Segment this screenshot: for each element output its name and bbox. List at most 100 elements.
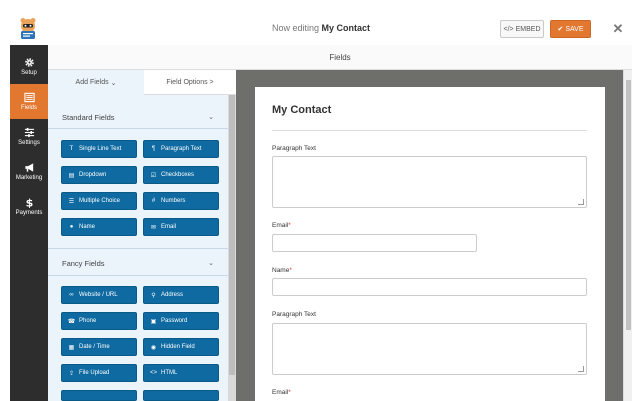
tab-add-fields-label: Add Fields bbox=[75, 79, 109, 86]
hash-icon: # bbox=[151, 198, 156, 204]
field-button-label: Hidden Field bbox=[161, 344, 195, 350]
form-builder: Now editing My Contact </> EMBED ✔ SAVE … bbox=[0, 0, 640, 401]
chevron-down-icon: ⌄ bbox=[110, 79, 117, 87]
lock-icon: ▣ bbox=[150, 318, 157, 325]
field-button-label: Website / URL bbox=[79, 292, 118, 298]
divider bbox=[48, 275, 228, 276]
field-button-label: File Upload bbox=[79, 370, 110, 376]
field-button-paragraph-text[interactable]: ¶ Paragraph Text bbox=[143, 140, 219, 158]
calendar-icon: ▦ bbox=[68, 344, 75, 351]
sidebar-nav: Setup Fields Settings Marketing $ Paymen… bbox=[10, 45, 48, 401]
standard-fields-header[interactable]: Standard Fields ⌄ bbox=[48, 106, 228, 128]
field-button-partial[interactable] bbox=[143, 390, 219, 401]
sidebar-item-marketing[interactable]: Marketing bbox=[10, 154, 48, 189]
embed-button[interactable]: </> EMBED bbox=[500, 20, 544, 38]
tab-add-fields[interactable]: Add Fields ⌄ bbox=[48, 70, 144, 95]
top-bar: Now editing My Contact </> EMBED ✔ SAVE … bbox=[10, 14, 632, 45]
scrollbar-thumb[interactable] bbox=[229, 95, 235, 375]
field-button-label: Date / Time bbox=[79, 344, 110, 350]
resize-handle-icon[interactable] bbox=[578, 199, 584, 205]
sidebar-item-settings[interactable]: Settings bbox=[10, 119, 48, 154]
field-button-partial[interactable] bbox=[61, 390, 137, 401]
close-button[interactable]: ✕ bbox=[610, 20, 626, 38]
email-field[interactable] bbox=[272, 234, 477, 252]
field-button-label: Name bbox=[79, 224, 96, 230]
list-icon: ☰ bbox=[68, 198, 75, 205]
fields-header: Fields bbox=[48, 45, 632, 70]
field-label: Name* bbox=[272, 267, 292, 274]
field-label: Email* bbox=[272, 222, 291, 229]
field-button-phone[interactable]: ☎ Phone bbox=[61, 312, 137, 330]
sidebar-item-fields[interactable]: Fields bbox=[10, 84, 48, 119]
preview-scrollbar[interactable] bbox=[623, 70, 632, 401]
envelope-icon: ✉ bbox=[150, 224, 157, 231]
field-button-label: HTML bbox=[161, 370, 178, 376]
field-button-label: Dropdown bbox=[79, 172, 107, 178]
field-button-single-line-text[interactable]: T Single Line Text bbox=[61, 140, 137, 158]
sidebar-item-label: Fields bbox=[20, 105, 37, 111]
field-label: Paragraph Text bbox=[272, 311, 316, 318]
tab-field-options-label: Field Options bbox=[166, 78, 208, 86]
gear-icon bbox=[24, 58, 34, 67]
section-title: Fancy Fields bbox=[62, 258, 105, 268]
field-button-html[interactable]: <> HTML bbox=[143, 364, 219, 382]
field-button-label: Numbers bbox=[161, 198, 186, 204]
tab-field-options[interactable]: Field Options > bbox=[144, 70, 236, 95]
scrollbar-thumb[interactable] bbox=[626, 80, 631, 330]
section-title: Standard Fields bbox=[62, 112, 115, 122]
link-icon: ∞ bbox=[69, 292, 74, 298]
chevron-down-icon: ⌄ bbox=[208, 260, 214, 267]
field-button-label: Address bbox=[161, 292, 184, 298]
field-button-website-url[interactable]: ∞ Website / URL bbox=[61, 286, 137, 304]
field-button-multiple-choice[interactable]: ☰ Multiple Choice bbox=[61, 192, 137, 210]
field-button-address[interactable]: ⚲ Address bbox=[143, 286, 219, 304]
field-button-label: Checkboxes bbox=[161, 172, 195, 178]
paragraph-textarea[interactable] bbox=[272, 156, 587, 208]
field-button-checkboxes[interactable]: ☑ Checkboxes bbox=[143, 166, 219, 184]
field-button-label: Multiple Choice bbox=[79, 198, 121, 204]
embed-label: EMBED bbox=[515, 25, 541, 33]
resize-handle-icon[interactable] bbox=[578, 366, 584, 372]
fancy-fields-header[interactable]: Fancy Fields ⌄ bbox=[48, 252, 228, 274]
code-icon: <> bbox=[150, 370, 158, 376]
form-preview: My Contact Paragraph Text Email* Name* P… bbox=[255, 87, 605, 401]
dollar-icon: $ bbox=[25, 197, 33, 208]
sidebar-item-payments[interactable]: $ Payments bbox=[10, 189, 48, 224]
svg-text:$: $ bbox=[25, 197, 33, 208]
chevron-down-icon: ⌄ bbox=[208, 114, 214, 121]
field-button-dropdown[interactable]: ▤ Dropdown bbox=[61, 166, 137, 184]
field-button-file-upload[interactable]: ⇪ File Upload bbox=[61, 364, 137, 382]
panel-tabs: Add Fields ⌄ Field Options > bbox=[48, 70, 236, 95]
sidebar-item-label: Settings bbox=[18, 140, 40, 146]
field-label: Email* bbox=[272, 389, 291, 396]
paragraph-icon: ¶ bbox=[151, 146, 156, 152]
sidebar-item-setup[interactable]: Setup bbox=[10, 49, 48, 84]
title-prefix: Now editing bbox=[271, 23, 319, 33]
field-button-password[interactable]: ▣ Password bbox=[143, 312, 219, 330]
field-button-label: Paragraph Text bbox=[161, 146, 202, 152]
eye-slash-icon: ◉ bbox=[150, 344, 157, 351]
sliders-icon bbox=[24, 127, 34, 138]
field-button-label: Password bbox=[161, 318, 188, 324]
paragraph-textarea[interactable] bbox=[272, 323, 587, 375]
chevron-right-icon: > bbox=[209, 78, 214, 86]
map-marker-icon: ⚲ bbox=[151, 292, 156, 299]
field-button-date-time[interactable]: ▦ Date / Time bbox=[61, 338, 137, 356]
megaphone-icon bbox=[24, 163, 33, 172]
check-icon: ✔ bbox=[557, 26, 564, 33]
upload-icon: ⇪ bbox=[68, 370, 75, 377]
field-button-label: Email bbox=[161, 224, 177, 230]
field-button-hidden-field[interactable]: ◉ Hidden Field bbox=[143, 338, 219, 356]
phone-icon: ☎ bbox=[67, 318, 76, 325]
dropdown-icon: ▤ bbox=[68, 172, 75, 179]
name-field[interactable] bbox=[272, 278, 587, 296]
field-button-name[interactable]: ● Name bbox=[61, 218, 137, 236]
save-button[interactable]: ✔ SAVE bbox=[550, 20, 591, 38]
field-button-numbers[interactable]: # Numbers bbox=[143, 192, 219, 210]
code-icon: </> bbox=[503, 25, 514, 33]
panel-scrollbar[interactable] bbox=[228, 95, 236, 401]
field-button-label: Phone bbox=[79, 318, 97, 324]
form-name: My Contact bbox=[321, 23, 371, 33]
divider bbox=[48, 128, 228, 129]
field-button-email[interactable]: ✉ Email bbox=[143, 218, 219, 236]
